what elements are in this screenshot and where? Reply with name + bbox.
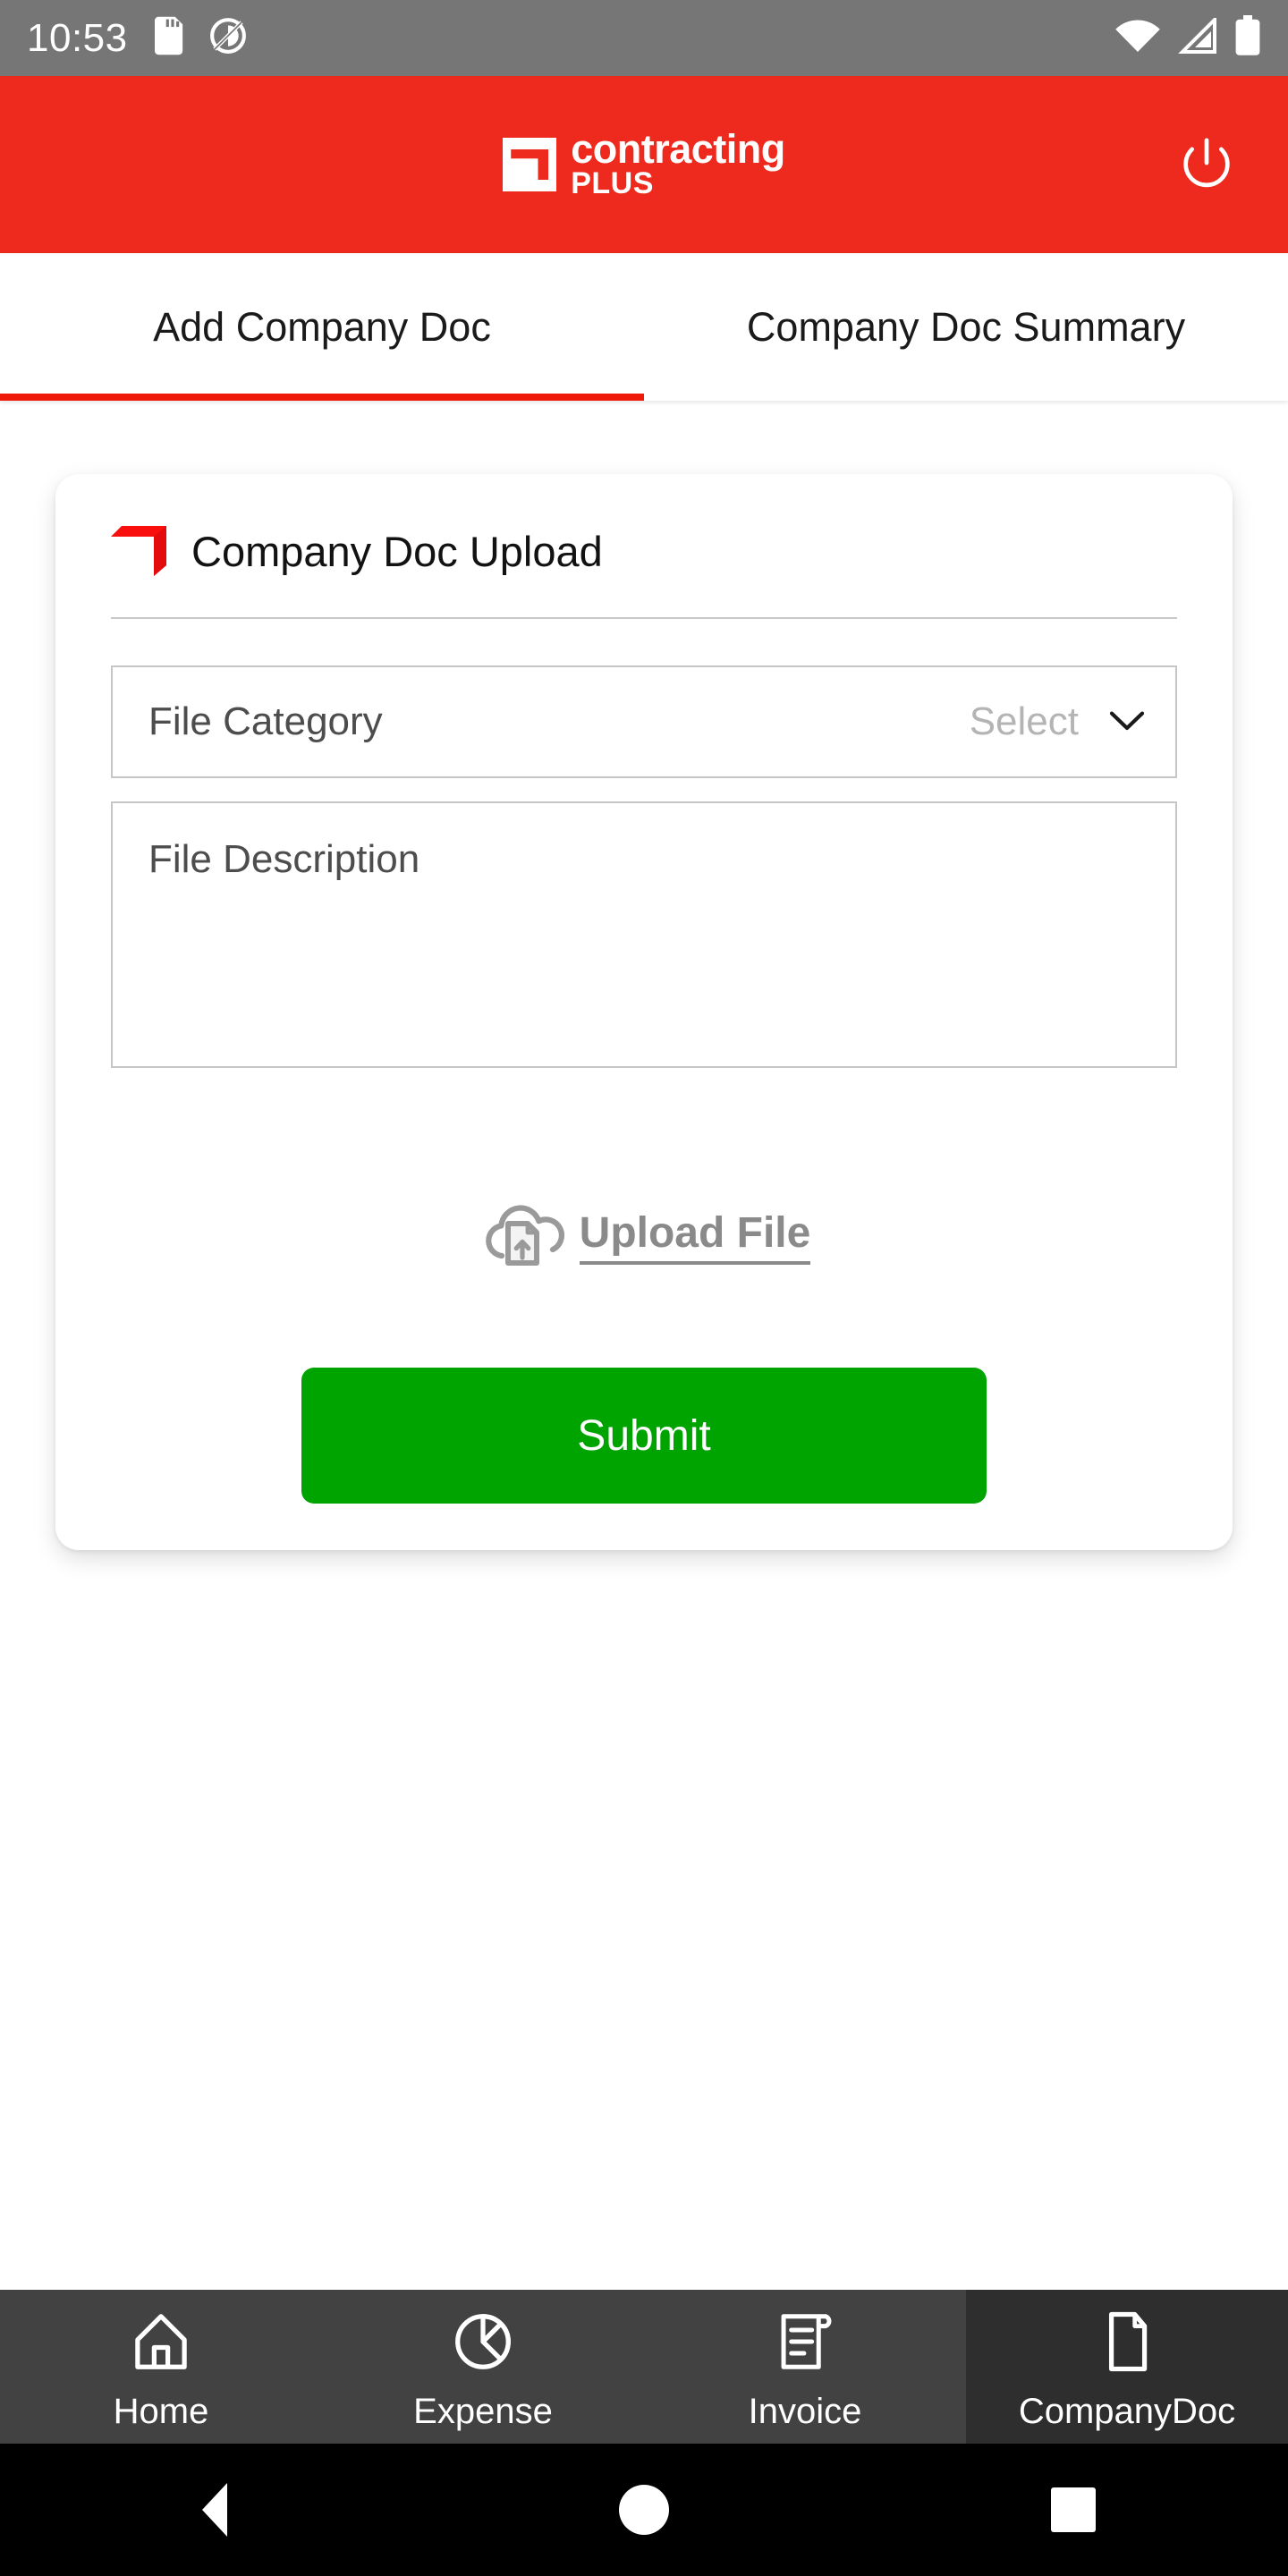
status-left-icons: [154, 16, 248, 60]
brand-line-contracting: contracting: [571, 126, 785, 173]
status-right-icons: [1114, 15, 1261, 61]
wifi-icon: [1114, 18, 1161, 58]
submit-button[interactable]: Submit: [301, 1368, 987, 1504]
pie-chart-icon: [450, 2309, 516, 2379]
app-screen: 10:53 contracting PLUS Add Company Doc C…: [0, 0, 1288, 2576]
chevron-down-icon: [1109, 710, 1145, 733]
submit-row: Submit: [55, 1368, 1233, 1504]
receipt-icon: [772, 2309, 838, 2379]
nav-item-companydoc[interactable]: CompanyDoc: [966, 2290, 1288, 2444]
card-divider: [111, 617, 1177, 619]
status-bar: 10:53: [0, 0, 1288, 76]
nav-item-home[interactable]: Home: [0, 2290, 322, 2444]
card-header: Company Doc Upload: [55, 474, 1233, 576]
nav-label: CompanyDoc: [1018, 2392, 1236, 2431]
battery-icon: [1234, 15, 1261, 61]
sd-card-icon: [154, 16, 185, 60]
status-time: 10:53: [27, 15, 128, 60]
file-category-select[interactable]: File Category Select: [111, 665, 1177, 778]
tab-label: Add Company Doc: [153, 303, 491, 350]
tab-company-doc-summary[interactable]: Company Doc Summary: [644, 253, 1288, 401]
nav-item-invoice[interactable]: Invoice: [644, 2290, 966, 2444]
brand-mark-icon: [503, 138, 557, 191]
home-icon: [128, 2309, 194, 2379]
nav-item-expense[interactable]: Expense: [322, 2290, 644, 2444]
contracting-plus-logo: contracting PLUS: [503, 126, 785, 201]
nav-label: Expense: [413, 2392, 553, 2431]
upload-file-link[interactable]: Upload File: [55, 1200, 1233, 1273]
file-description-input[interactable]: File Description: [111, 801, 1177, 1068]
brand-text: contracting PLUS: [571, 126, 785, 201]
do-not-disturb-icon: [208, 16, 248, 60]
tab-bar: Add Company Doc Company Doc Summary: [0, 253, 1288, 401]
recents-square-icon[interactable]: [1011, 2465, 1136, 2555]
nav-label: Invoice: [748, 2392, 862, 2431]
file-category-label: File Category: [148, 699, 383, 743]
power-icon[interactable]: [1172, 130, 1241, 199]
back-triangle-icon[interactable]: [152, 2465, 277, 2555]
company-doc-upload-card: Company Doc Upload File Category Select …: [55, 474, 1233, 1550]
tab-add-company-doc[interactable]: Add Company Doc: [0, 253, 644, 401]
content-area: Company Doc Upload File Category Select …: [0, 401, 1288, 2290]
android-navigation-bar: [0, 2444, 1288, 2576]
tab-label: Company Doc Summary: [746, 303, 1186, 350]
card-title: Company Doc Upload: [191, 527, 603, 575]
document-icon: [1094, 2309, 1160, 2379]
home-circle-icon[interactable]: [581, 2465, 707, 2555]
cell-signal-icon: [1177, 15, 1218, 58]
file-description-placeholder: File Description: [148, 837, 420, 881]
brand-line-plus: PLUS: [571, 166, 654, 201]
app-header: contracting PLUS: [0, 76, 1288, 253]
nav-label: Home: [113, 2392, 209, 2431]
upload-file-label: Upload File: [579, 1208, 811, 1265]
file-category-value: Select: [969, 699, 1079, 743]
contracting-plus-mark-icon: [111, 526, 168, 576]
cloud-upload-icon: [478, 1200, 574, 1273]
bottom-nav: Home Expense Invoice CompanyDoc: [0, 2290, 1288, 2444]
